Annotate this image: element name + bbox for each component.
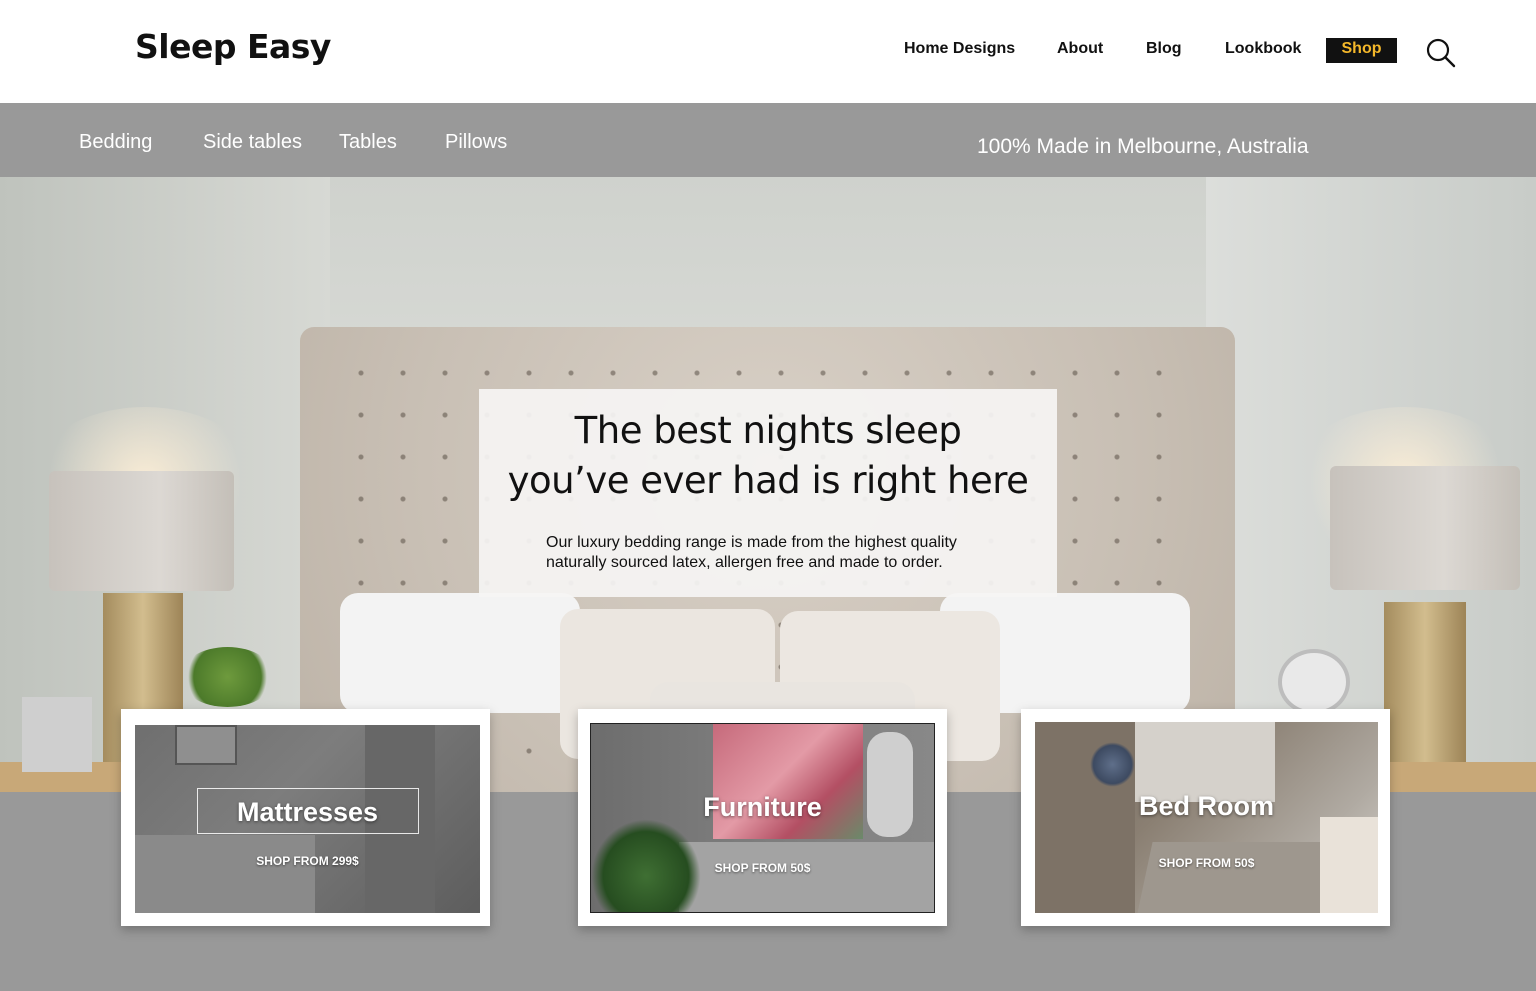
card-subtitle-bed-room: SHOP FROM 50$ (1158, 856, 1255, 870)
nav-blog[interactable]: Blog (1146, 40, 1182, 58)
category-card-furniture[interactable]: Furniture SHOP FROM 50$ (578, 709, 947, 926)
subnav-side-tables[interactable]: Side tables (203, 131, 302, 154)
nav-about[interactable]: About (1057, 40, 1103, 58)
hero-title-line-2: you’ve ever had is right here (507, 459, 1029, 502)
site-logo[interactable]: Sleep Easy (135, 27, 331, 66)
hero-description-line-1: Our luxury bedding range is made from th… (546, 534, 957, 551)
category-card-mattresses[interactable]: Mattresses SHOP FROM 299$ (121, 709, 490, 926)
subnav-pillows[interactable]: Pillows (445, 131, 507, 154)
hero-title: The best nights sleep you’ve ever had is… (479, 406, 1057, 506)
card-subtitle-mattresses: SHOP FROM 299$ (256, 854, 359, 868)
subnav-bedding[interactable]: Bedding (79, 131, 152, 154)
nav-lookbook[interactable]: Lookbook (1225, 40, 1301, 58)
shop-button[interactable]: Shop (1326, 38, 1397, 63)
card-title-mattresses: Mattresses (236, 797, 379, 827)
search-icon[interactable] (1426, 38, 1456, 68)
subnav-tables[interactable]: Tables (339, 131, 397, 154)
card-title-furniture: Furniture (703, 792, 822, 822)
category-card-bed-room[interactable]: Bed Room SHOP FROM 50$ (1021, 709, 1390, 926)
site-header: Sleep Easy Home Designs About Blog Lookb… (0, 0, 1536, 103)
card-title-bed-room: Bed Room (1139, 791, 1274, 821)
nav-home-designs[interactable]: Home Designs (904, 40, 1015, 58)
hero-title-line-1: The best nights sleep (574, 409, 962, 452)
tagline: 100% Made in Melbourne, Australia (977, 135, 1309, 158)
hero-description-line-2: naturally sourced latex, allergen free a… (546, 554, 943, 571)
hero-description: Our luxury bedding range is made from th… (546, 533, 1016, 573)
card-subtitle-furniture: SHOP FROM 50$ (714, 861, 811, 875)
